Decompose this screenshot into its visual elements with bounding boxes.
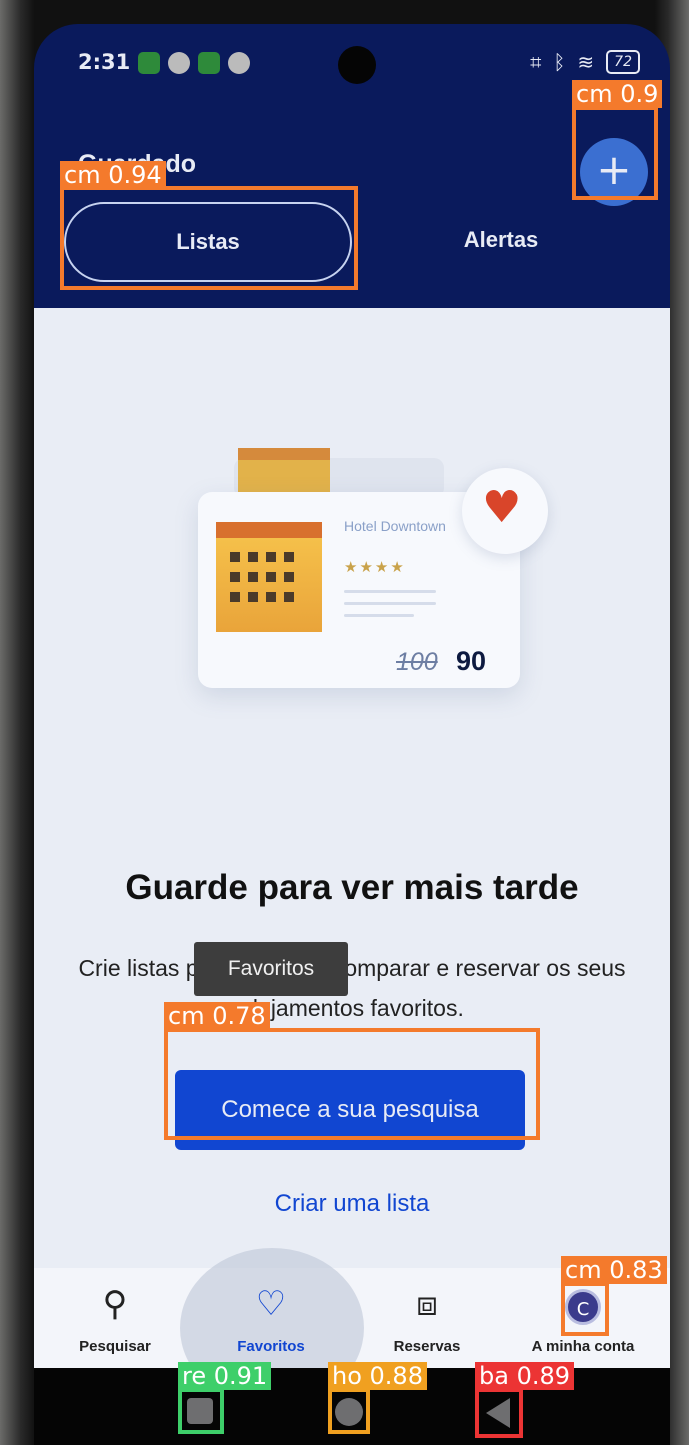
heart-icon: ♥: [482, 482, 522, 533]
nfc-icon: ⌗: [530, 50, 542, 74]
new-price: 90: [456, 646, 487, 676]
notification-icon: [138, 52, 160, 74]
empty-state-headline: Guarde para ver mais tarde: [125, 868, 579, 907]
detection-box: [561, 1282, 609, 1336]
nav-label: Reservas: [393, 1338, 461, 1355]
notification-icons: [138, 52, 250, 74]
briefcase-icon: ⧈: [416, 1284, 438, 1324]
detection-label: ba 0.89: [475, 1362, 575, 1390]
notification-icon: [168, 52, 190, 74]
nav-item-bookings[interactable]: ⧈ Reservas: [352, 1282, 502, 1355]
text-line: [344, 590, 436, 593]
rating-stars: ★★★★: [344, 559, 406, 576]
old-price: 100: [396, 648, 438, 676]
detection-box: [572, 106, 658, 200]
detection-box: [178, 1388, 224, 1434]
nav-label: Pesquisar: [79, 1338, 151, 1355]
front-camera: [338, 46, 376, 84]
detection-label: cm 0.78: [164, 1002, 270, 1030]
battery-icon: 72: [606, 50, 640, 74]
tooltip: Favoritos: [194, 942, 348, 996]
text-line: [344, 602, 436, 605]
detection-box: [328, 1388, 370, 1434]
create-list-link[interactable]: Criar uma lista: [34, 1190, 670, 1218]
detection-label: cm 0.83: [561, 1256, 667, 1284]
nav-item-favorites[interactable]: ♡ Favoritos: [196, 1282, 346, 1355]
notification-icon: [228, 52, 250, 74]
detection-label: re 0.91: [178, 1362, 272, 1390]
status-time: 2:31: [78, 50, 131, 74]
detection-box: [475, 1388, 523, 1438]
tab-alerts[interactable]: Alertas: [356, 202, 646, 282]
detection-label: cm 0.94: [60, 161, 166, 189]
nav-label: Favoritos: [237, 1338, 305, 1355]
favorite-bubble: ♥: [462, 468, 548, 554]
hotel-name: Hotel Downtown: [344, 518, 446, 534]
nav-item-search[interactable]: ⚲ Pesquisar: [40, 1282, 190, 1355]
empty-state-panel: Hotel Downtown ★★★★ 100 90 ♥ Guarde para…: [34, 308, 670, 1368]
wifi-icon: ≋: [577, 50, 595, 74]
bluetooth-icon: ᛒ: [553, 50, 566, 74]
system-indicators: ⌗ ᛒ ≋ 72: [530, 50, 640, 74]
back-building: [238, 448, 330, 498]
detection-box: [164, 1028, 540, 1140]
nav-label: A minha conta: [531, 1338, 635, 1355]
notification-icon: [198, 52, 220, 74]
hotel-building: [216, 522, 322, 632]
detection-label: cm 0.9: [572, 80, 663, 108]
hotel-illustration: Hotel Downtown ★★★★ 100 90 ♥: [198, 448, 548, 738]
search-icon: ⚲: [102, 1284, 128, 1324]
detection-box: [60, 186, 358, 290]
detection-label: ho 0.88: [328, 1362, 427, 1390]
text-line: [344, 614, 414, 617]
heart-icon: ♡: [255, 1284, 287, 1324]
empty-state-description: Crie listas para partilhar, comparar e r…: [78, 955, 626, 1021]
